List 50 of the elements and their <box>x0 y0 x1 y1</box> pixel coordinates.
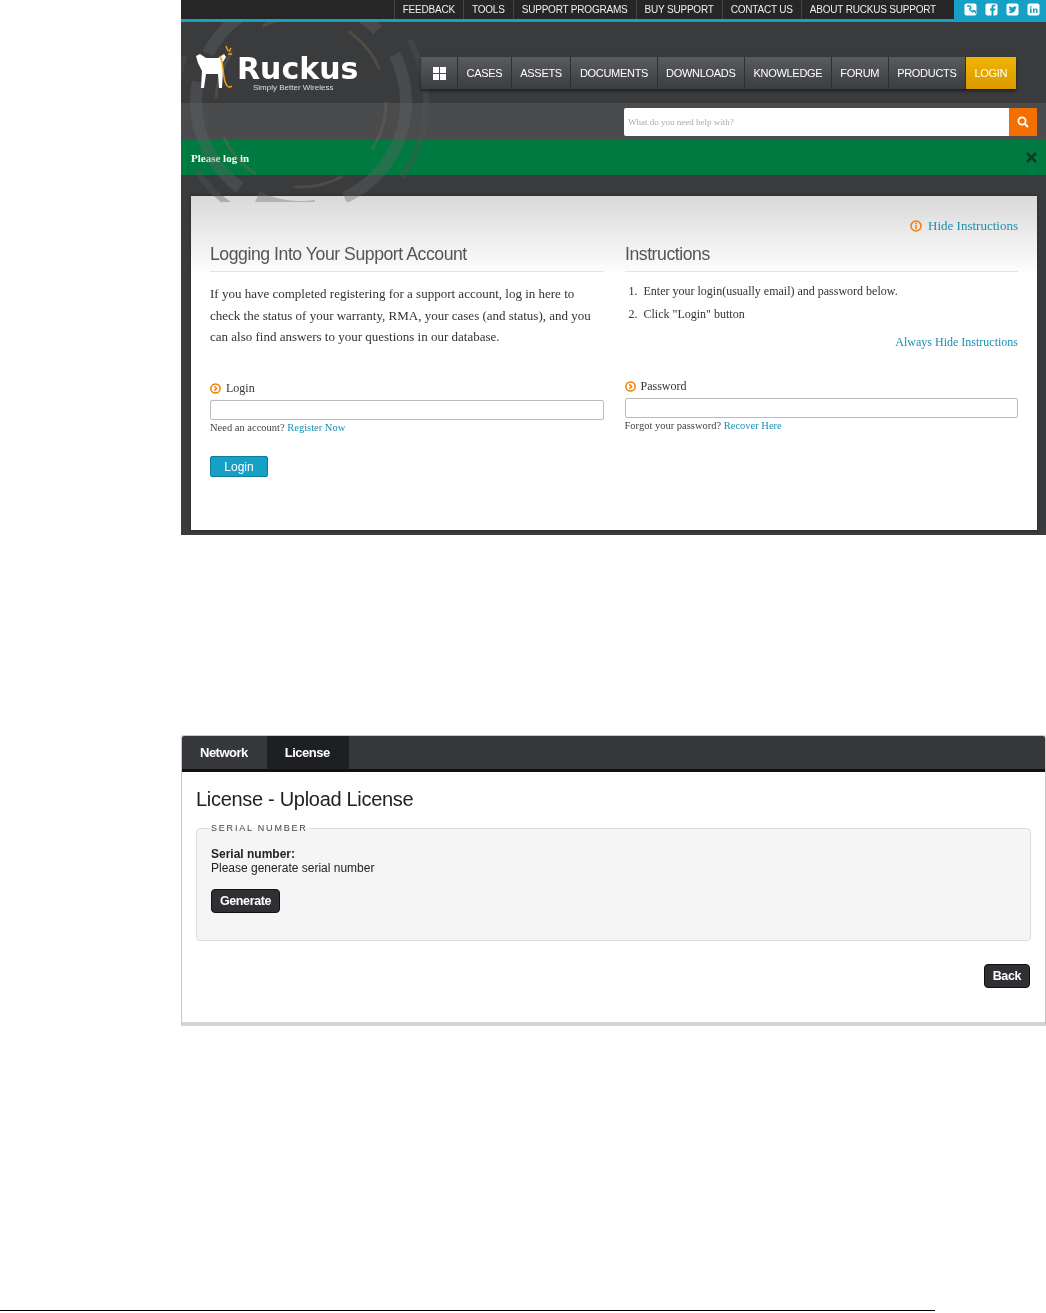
step-text: Click "Login" button <box>643 306 745 323</box>
section-heading: Logging Into Your Support Account <box>210 243 468 266</box>
logo-wordmark: Ruckus <box>237 52 359 86</box>
search-icon <box>1017 115 1029 128</box>
twitter-icon[interactable] <box>1006 3 1019 16</box>
step-number: 2. <box>628 306 638 323</box>
top-link[interactable]: SUPPORT PROGRAMS <box>512 0 636 19</box>
chevron-icon <box>210 382 221 394</box>
section-heading: Instructions <box>624 243 711 266</box>
alert-message: Please log in <box>191 151 250 164</box>
input-field[interactable] <box>210 400 604 420</box>
field-value: Please generate serial number <box>211 861 376 875</box>
back-button[interactable]: Back <box>983 964 1030 988</box>
top-link[interactable]: ABOUT RUCKUS SUPPORT <box>800 0 944 19</box>
top-link[interactable]: CONTACT US <box>721 0 801 19</box>
info-icon <box>910 220 923 232</box>
linkedin-icon[interactable] <box>1027 3 1040 16</box>
step-text: Enter your login(usually email) and password below. <box>643 283 898 300</box>
nav-tab[interactable]: CASES <box>457 57 511 89</box>
top-link[interactable]: TOOLS <box>462 0 513 19</box>
top-link[interactable]: BUY SUPPORT <box>635 0 722 19</box>
group-legend: SERIAL NUMBER <box>209 823 310 833</box>
close-icon[interactable] <box>1026 152 1037 163</box>
nav-tab[interactable]: KNOWLEDGE <box>744 57 831 89</box>
generate-button[interactable]: Generate <box>211 889 280 913</box>
help-link[interactable]: Recover Here <box>723 420 782 431</box>
nav-tab[interactable]: DOCUMENTS <box>570 57 657 89</box>
chevron-icon <box>624 380 636 392</box>
step-number: 1. <box>628 283 638 300</box>
field-label: Login <box>226 380 255 396</box>
tab[interactable]: Network <box>182 736 267 769</box>
intro-paragraph: If you have completed registering for a support account, log in here to check the status of your warranty, RMA, your cases (and status), and you can also find answers to your questions in our database. <box>210 285 592 346</box>
page-title: License - Upload License <box>196 788 415 811</box>
field-hint: Need an account? Register Now <box>210 422 347 433</box>
always-hide-link[interactable]: Always Hide Instructions <box>895 335 1018 349</box>
search-button[interactable] <box>1009 107 1037 136</box>
help-link[interactable]: Register Now <box>287 422 346 433</box>
field-label: Password <box>640 378 687 394</box>
input-field[interactable] <box>624 398 1018 418</box>
tab[interactable]: License <box>266 736 349 769</box>
nav-tab[interactable]: FORUM <box>830 57 888 89</box>
top-link[interactable]: FEEDBACK <box>393 0 463 19</box>
search-field[interactable]: What do you need help with? <box>624 107 1009 136</box>
logo-tagline: Simply Better Wireless <box>253 83 335 92</box>
facebook-icon[interactable] <box>985 3 998 16</box>
field-label: Serial number: <box>211 847 297 861</box>
nav-tab[interactable]: DOWNLOADS <box>656 57 745 89</box>
phone-icon[interactable] <box>964 3 977 16</box>
nav-tab[interactable]: ASSETS <box>510 57 571 89</box>
field-hint: Forgot your password? Recover Here <box>624 420 783 431</box>
